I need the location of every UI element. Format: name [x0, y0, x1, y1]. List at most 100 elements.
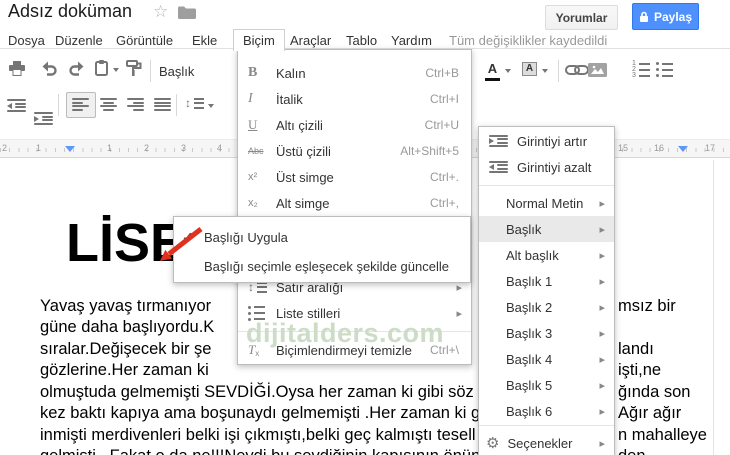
menu-item-underline[interactable]: Altı çizili Ctrl+U	[238, 112, 471, 138]
submenu-item-decrease-indent[interactable]: Girintiyi azalt	[479, 154, 614, 180]
styles-dropdown[interactable]: Başlık	[159, 64, 194, 79]
increase-indent-button[interactable]	[34, 112, 53, 125]
shortcut: Ctrl+U	[424, 118, 459, 132]
share-button-label: Paylaş	[653, 9, 693, 24]
submenu-item-options[interactable]: Seçenekler	[479, 430, 614, 455]
undo-button[interactable]	[40, 61, 58, 76]
menu-item-strikethrough[interactable]: Üstü çizili Alt+Shift+5	[238, 138, 471, 164]
submenu-item-label: Başlık 1	[506, 273, 553, 289]
print-button[interactable]	[8, 61, 26, 76]
menu-duzenle[interactable]: Düzenle	[55, 33, 103, 48]
ruler-number: 15	[618, 143, 629, 153]
numbered-list-button[interactable]: 1 2 3	[632, 60, 650, 79]
submenu-item-normal-text[interactable]: Normal Metin	[479, 190, 614, 216]
menu-item-label: Üstü çizili	[276, 143, 331, 159]
redo-button[interactable]	[68, 61, 86, 76]
paste-dropdown-arrow[interactable]	[113, 68, 119, 72]
submenu-item-subtitle[interactable]: Alt başlık	[479, 242, 614, 268]
submenu-item-heading-1[interactable]: Başlık 1	[479, 268, 614, 294]
right-indent-marker[interactable]	[678, 146, 688, 152]
menu-item-subscript[interactable]: Alt simge Ctrl+,	[238, 190, 471, 216]
site-watermark: dijitalders.com	[246, 318, 445, 348]
insert-link-button[interactable]	[565, 65, 589, 75]
comments-button[interactable]: Yorumlar	[545, 5, 618, 30]
bullet-list-button[interactable]	[656, 62, 673, 77]
submenu-item-heading-3[interactable]: Başlık 3	[479, 320, 614, 346]
menu-ekle[interactable]: Ekle	[192, 33, 217, 48]
submenu-item-heading-6[interactable]: Başlık 6	[479, 398, 614, 424]
menu-tablo[interactable]: Tablo	[346, 33, 377, 48]
folder-icon[interactable]	[178, 6, 196, 19]
text-color-dropdown-arrow[interactable]	[505, 69, 511, 73]
menu-goruntule[interactable]: Görüntüle	[116, 33, 173, 48]
star-icon[interactable]	[153, 2, 168, 22]
text-color-button[interactable]	[485, 61, 500, 81]
doc-text-line[interactable]: inmişti merdivenleri belki işi çıkmıştı,…	[40, 425, 730, 446]
menu-item-superscript[interactable]: Üst simge Ctrl+.	[238, 164, 471, 190]
submenu-item-heading-5[interactable]: Başlık 5	[479, 372, 614, 398]
menu-item-bold[interactable]: Kalın Ctrl+B	[238, 60, 471, 86]
align-center-button[interactable]	[100, 98, 117, 111]
document-title[interactable]: Adsız doküman	[8, 1, 132, 22]
menu-yardim[interactable]: Yardım	[391, 33, 432, 48]
insert-image-button[interactable]	[588, 63, 607, 77]
ruler-number: 1	[107, 143, 113, 153]
bold-icon	[238, 65, 276, 81]
submenu-item-title[interactable]: Başlık	[479, 216, 614, 242]
highlight-dropdown-arrow[interactable]	[542, 69, 548, 73]
doc-text: ğında son	[618, 383, 691, 401]
align-justify-button[interactable]	[154, 98, 171, 111]
doc-text: güne daha başlıyordu.K	[40, 318, 215, 336]
red-annotation-arrow	[160, 227, 203, 261]
doc-text-line[interactable]: kez baktı kapıya ama boşunaydı gelmemişt…	[40, 403, 730, 424]
doc-text: sıralar.Değişecek bir şe	[40, 340, 212, 358]
toolbar-separator	[558, 60, 559, 82]
paste-button[interactable]	[95, 60, 108, 76]
submenu-item-label: Başlık 4	[506, 351, 553, 367]
popup-item-update-title[interactable]: Başlığı seçimle eşleşecek şekilde güncel…	[174, 253, 470, 279]
doc-text: Ağır ağır	[618, 404, 682, 422]
submenu-item-label: Seçenekler	[507, 435, 573, 451]
popup-item-label: Başlığı seçimle eşleşecek şekilde güncel…	[204, 258, 449, 274]
align-right-button[interactable]	[127, 98, 144, 111]
left-indent-marker[interactable]	[65, 146, 75, 152]
shortcut: Ctrl+.	[429, 170, 459, 184]
highlight-color-button[interactable]	[522, 62, 537, 76]
ruler-number: 4	[217, 143, 223, 153]
doc-text: olmuştuda gelmemişti SEVDİĞİ.Oysa her za…	[40, 383, 474, 401]
align-left-button[interactable]	[72, 98, 89, 111]
doc-text: işti,ne	[618, 361, 662, 379]
doc-text-line[interactable]: olmuştuda gelmemişti SEVDİĞİ.Oysa her za…	[40, 382, 730, 403]
submenu-item-label: Başlık 6	[506, 403, 553, 419]
submenu-item-increase-indent[interactable]: Girintiyi artır	[479, 128, 614, 154]
menu-item-label: Üst simge	[276, 169, 334, 185]
decrease-indent-button[interactable]	[7, 99, 26, 112]
submenu-item-heading-4[interactable]: Başlık 4	[479, 346, 614, 372]
menu-dosya[interactable]: Dosya	[8, 33, 45, 48]
line-spacing-button[interactable]	[185, 97, 204, 109]
underline-icon	[238, 117, 276, 133]
menu-araclar[interactable]: Araçlar	[290, 33, 331, 48]
submenu-item-heading-2[interactable]: Başlık 2	[479, 294, 614, 320]
gear-icon	[479, 436, 499, 451]
share-button[interactable]: Paylaş	[632, 3, 699, 30]
popup-item-apply-title[interactable]: Başlığı Uygula	[174, 224, 470, 250]
doc-text-line[interactable]: gelmişti...Fakat o da ne!!!Neydi bu sevd…	[40, 446, 730, 455]
google-docs-window: Adsız doküman Yorumlar Paylaş Dosya Düze…	[0, 0, 730, 455]
submenu-item-label: Başlık 2	[506, 299, 553, 315]
link-icon	[565, 65, 589, 75]
doc-text: landı	[618, 340, 654, 358]
submenu-item-label: Başlık 5	[506, 377, 553, 393]
menu-bicim-open[interactable]: Biçim	[233, 29, 285, 51]
doc-text: gelmişti...Fakat o da ne!!!Neydi bu sevd…	[40, 447, 480, 455]
doc-text: n mahalleye	[618, 426, 707, 444]
line-spacing-dropdown-arrow[interactable]	[208, 104, 214, 108]
paint-format-button[interactable]	[126, 60, 142, 76]
doc-text: inmişti merdivenleri belki işi çıkmıştı,…	[40, 426, 476, 444]
shortcut: Ctrl+I	[429, 92, 459, 106]
menu-item-label: İtalik	[276, 91, 303, 107]
menu-item-label: Kalın	[276, 65, 306, 81]
menu-item-italic[interactable]: İtalik Ctrl+I	[238, 86, 471, 112]
doc-text: den	[618, 446, 646, 455]
save-status: Tüm değişiklikler kaydedildi	[449, 33, 608, 48]
